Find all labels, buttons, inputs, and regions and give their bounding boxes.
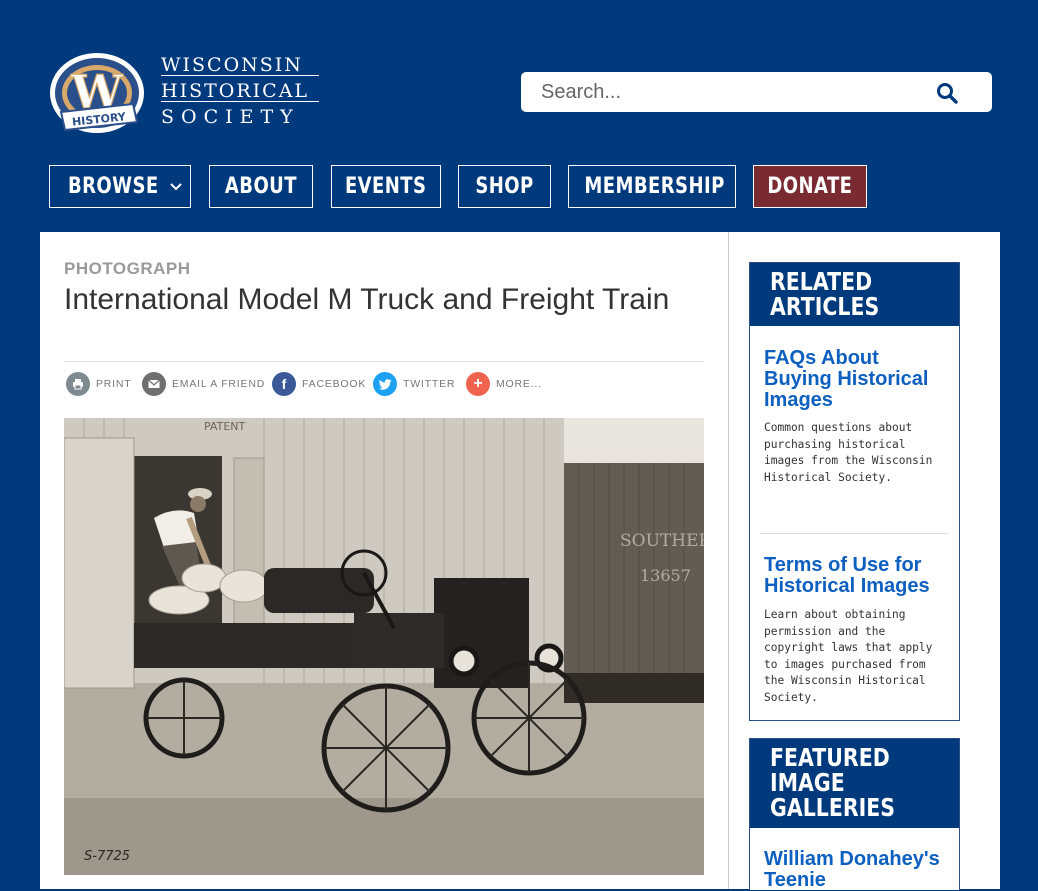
related-heading-line-1: RELATED bbox=[770, 267, 873, 296]
site-logo[interactable]: W HISTORY WISCONSIN HISTORICAL SOCIETY bbox=[47, 46, 327, 136]
nav-about[interactable]: ABOUT bbox=[209, 165, 313, 208]
related-divider bbox=[760, 533, 948, 534]
share-more-label: MORE... bbox=[496, 378, 542, 390]
nav-shop-label: SHOP bbox=[475, 174, 534, 199]
content-type-label: PHOTOGRAPH bbox=[64, 259, 191, 278]
share-facebook-label: FACEBOOK bbox=[302, 378, 367, 390]
share-facebook[interactable]: f FACEBOOK bbox=[272, 372, 366, 396]
search-icon[interactable] bbox=[936, 82, 958, 104]
featured-galleries-heading: FEATURED IMAGE GALLERIES bbox=[750, 739, 959, 828]
nav-events[interactable]: EVENTS bbox=[331, 165, 441, 208]
related-article-desc: Common questions about purchasing histor… bbox=[764, 421, 933, 484]
historical-photograph[interactable]: PATENT SOUTHERN 13657 bbox=[64, 418, 704, 875]
share-email-label: EMAIL A FRIEND bbox=[172, 378, 266, 390]
nav-about-label: ABOUT bbox=[224, 174, 298, 199]
related-heading-line-2: ARTICLES bbox=[770, 292, 880, 321]
logo-wordmark: WISCONSIN HISTORICAL SOCIETY bbox=[161, 52, 309, 130]
featured-heading-line-2: IMAGE bbox=[770, 768, 845, 797]
nav-shop[interactable]: SHOP bbox=[458, 165, 551, 208]
share-print-label: PRINT bbox=[96, 378, 132, 390]
logo-line-3: SOCIETY bbox=[161, 106, 300, 128]
plus-icon: + bbox=[466, 372, 490, 396]
nav-donate-label: DONATE bbox=[767, 174, 853, 199]
related-article-link[interactable]: FAQs About Buying Historical Images bbox=[764, 348, 949, 411]
negative-number: S-7725 bbox=[84, 849, 130, 864]
printer-icon bbox=[66, 372, 90, 396]
related-article-link[interactable]: Terms of Use for Historical Images bbox=[764, 555, 949, 597]
facebook-icon: f bbox=[272, 372, 296, 396]
share-more[interactable]: + MORE... bbox=[466, 372, 542, 396]
nav-browse[interactable]: BROWSE bbox=[49, 165, 191, 208]
share-twitter-label: TWITTER bbox=[403, 378, 456, 390]
column-divider bbox=[728, 232, 729, 889]
search-bar bbox=[521, 72, 992, 112]
share-email[interactable]: EMAIL A FRIEND bbox=[142, 372, 265, 396]
related-articles-heading: RELATED ARTICLES bbox=[750, 263, 959, 326]
search-input[interactable] bbox=[521, 72, 941, 112]
nav-browse-label: BROWSE bbox=[67, 174, 159, 199]
related-articles-box: RELATED ARTICLES FAQs About Buying Histo… bbox=[749, 262, 960, 721]
related-article-desc: Learn about obtaining permission and the… bbox=[764, 608, 933, 704]
nav-events-label: EVENTS bbox=[345, 174, 427, 199]
nav-membership[interactable]: MEMBERSHIP bbox=[568, 165, 736, 208]
logo-badge-icon: W HISTORY bbox=[50, 53, 144, 133]
twitter-icon bbox=[373, 372, 397, 396]
page-title: International Model M Truck and Freight … bbox=[64, 283, 670, 316]
nav-donate[interactable]: DONATE bbox=[753, 165, 867, 208]
freight-car-right: SOUTHERN 13657 bbox=[564, 463, 704, 703]
logo-divider bbox=[161, 101, 319, 102]
featured-gallery-link[interactable]: William Donahey's Teenie bbox=[764, 849, 949, 891]
featured-heading-line-3: GALLERIES bbox=[770, 793, 896, 822]
featured-galleries-box: FEATURED IMAGE GALLERIES William Donahey… bbox=[749, 738, 960, 891]
share-twitter[interactable]: TWITTER bbox=[373, 372, 455, 396]
title-divider bbox=[64, 361, 704, 362]
freight-car-name: SOUTHERN bbox=[620, 531, 704, 551]
boxcar-text: PATENT bbox=[204, 420, 245, 433]
freight-car-number: 13657 bbox=[640, 566, 691, 585]
featured-heading-line-1: FEATURED bbox=[770, 743, 890, 772]
logo-divider bbox=[161, 75, 319, 76]
email-icon bbox=[142, 372, 166, 396]
chevron-down-icon bbox=[170, 183, 183, 191]
nav-membership-label: MEMBERSHIP bbox=[584, 174, 725, 199]
share-print[interactable]: PRINT bbox=[66, 372, 132, 396]
